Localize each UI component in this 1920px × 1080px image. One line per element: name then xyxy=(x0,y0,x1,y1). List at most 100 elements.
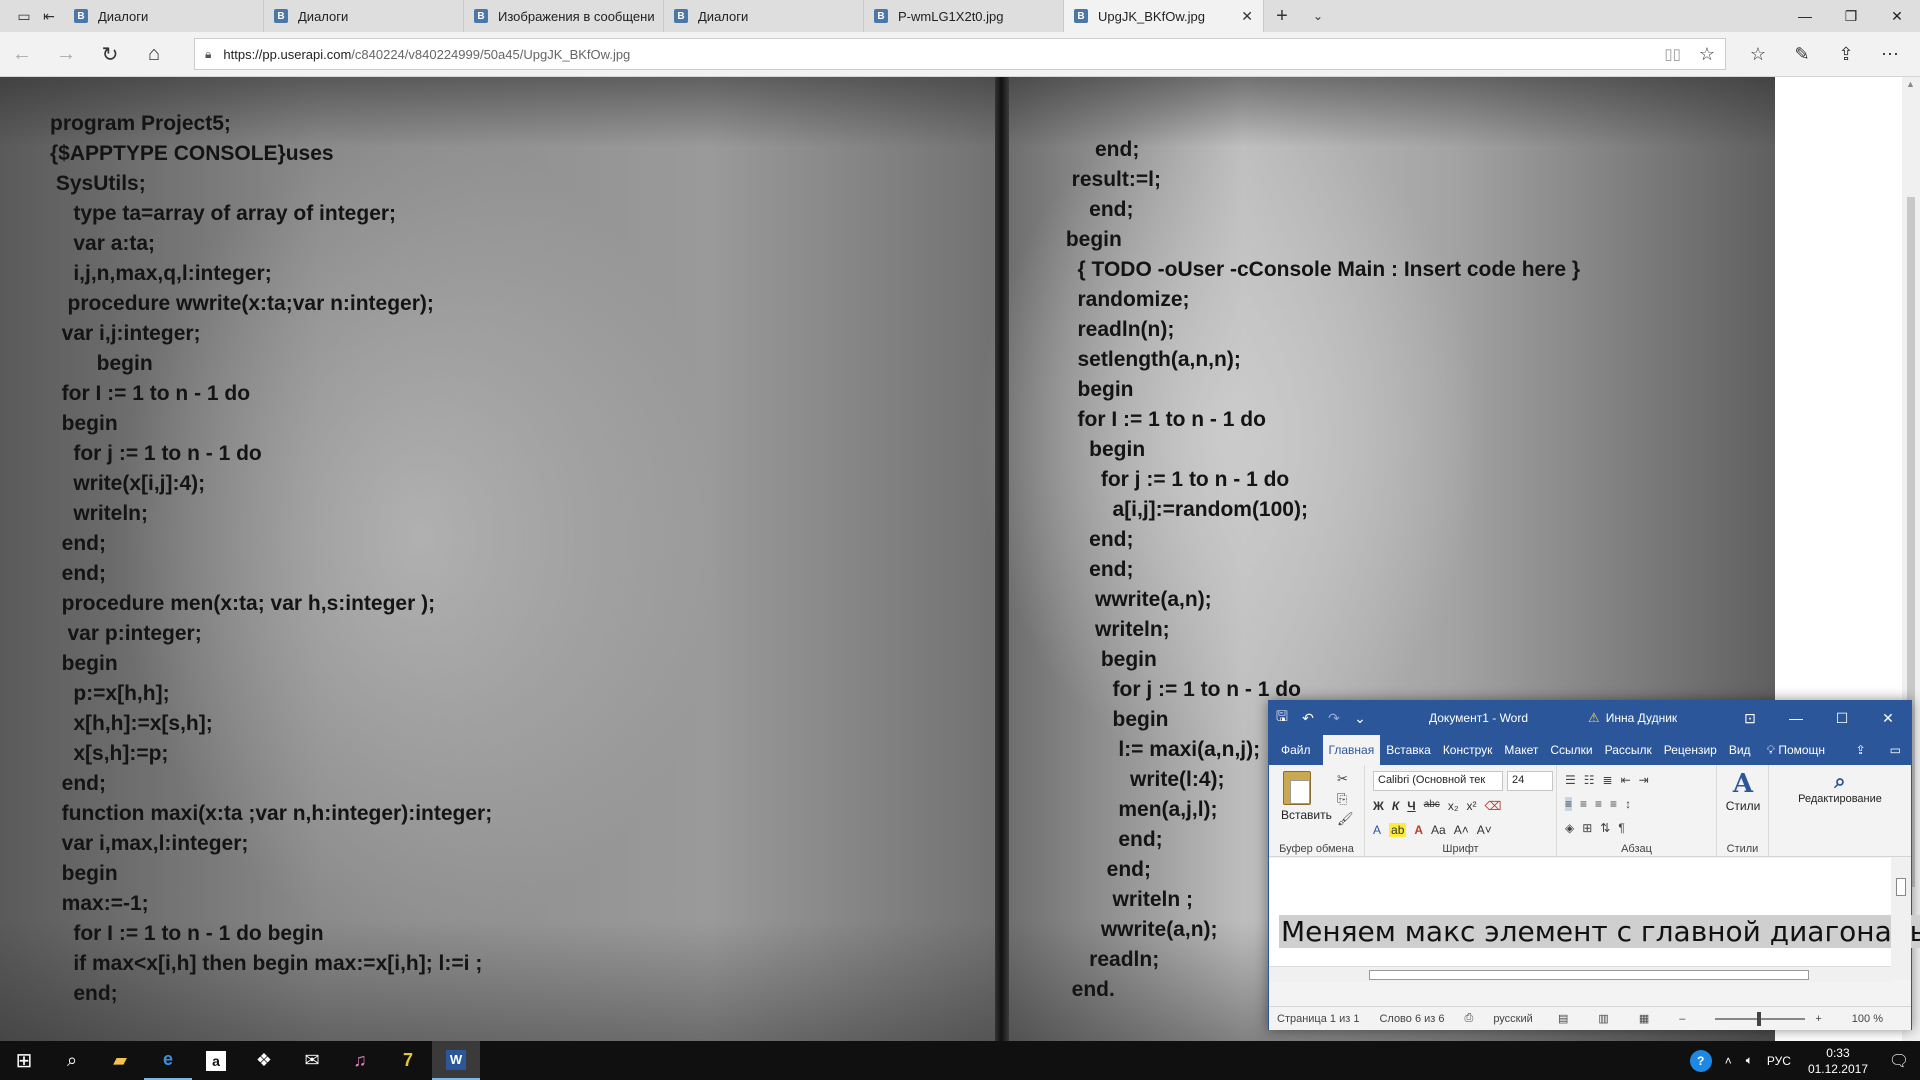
numbering-icon[interactable]: ☷ xyxy=(1584,773,1595,787)
styles-button[interactable]: A Стили xyxy=(1723,769,1763,813)
tab-layout[interactable]: Макет xyxy=(1498,735,1544,765)
reading-view-icon[interactable]: ▯▯ xyxy=(1664,45,1681,63)
scrollbar-thumb[interactable] xyxy=(1369,970,1809,980)
align-left-icon[interactable]: ≡ xyxy=(1565,797,1573,811)
zoom-in-icon[interactable]: + xyxy=(1815,1013,1821,1025)
tab-insert[interactable]: Вставка xyxy=(1380,735,1437,765)
save-icon[interactable]: 🖫︎ xyxy=(1269,706,1295,730)
align-right-icon[interactable]: ≡ xyxy=(1595,797,1602,811)
tab-mailings[interactable]: Рассылк xyxy=(1599,735,1658,765)
page-count[interactable]: Страница 1 из 1 xyxy=(1277,1013,1359,1025)
clock[interactable]: 0:33 01.12.2017 xyxy=(1798,1045,1878,1077)
zoom-level[interactable]: 100 % xyxy=(1852,1013,1883,1025)
set-aside-tabs-icon[interactable]: ⇤ xyxy=(34,0,64,32)
notifications-icon[interactable]: 🗨︎ xyxy=(1878,1051,1920,1071)
copy-icon[interactable]: ⎘ xyxy=(1337,789,1354,809)
volume-icon[interactable]: 🔈︎ xyxy=(1739,1053,1760,1068)
archiver-icon[interactable]: 7 xyxy=(384,1041,432,1080)
tab-images-in-message[interactable]: В Изображения в сообщени xyxy=(464,0,664,32)
file-explorer-icon[interactable]: ▰ xyxy=(96,1041,144,1080)
help-icon[interactable]: ? xyxy=(1689,1049,1712,1072)
comments-icon[interactable]: ▭ xyxy=(1880,735,1911,765)
bullets-icon[interactable]: ☰ xyxy=(1565,773,1576,787)
language-indicator[interactable]: РУС xyxy=(1760,1054,1798,1068)
web-layout-icon[interactable]: ▦ xyxy=(1639,1012,1649,1025)
hub-icon[interactable]: ☆ xyxy=(1736,44,1780,65)
highlight-icon[interactable]: ab xyxy=(1389,823,1407,837)
multilevel-list-icon[interactable]: ≣ xyxy=(1603,773,1613,787)
maximize-icon[interactable]: ☐ xyxy=(1819,710,1865,727)
share-icon[interactable]: ⇪ xyxy=(1842,735,1880,765)
borders-icon[interactable]: ⊞ xyxy=(1582,821,1592,835)
cut-icon[interactable]: ✂ xyxy=(1337,769,1354,789)
line-spacing-icon[interactable]: ↕ xyxy=(1625,797,1631,811)
superscript-button[interactable]: x² xyxy=(1466,799,1476,813)
customize-toolbar-icon[interactable]: ⌄ xyxy=(1347,710,1373,727)
close-tab-icon[interactable]: ✕ xyxy=(1241,8,1253,25)
undo-icon[interactable]: ↶ xyxy=(1295,710,1321,727)
windows-start-icon[interactable]: ⊞ xyxy=(0,1041,48,1080)
shading-icon[interactable]: ◈ xyxy=(1565,821,1574,835)
read-mode-icon[interactable]: ▤ xyxy=(1558,1012,1568,1025)
word-count[interactable]: Слово 6 из 6 xyxy=(1379,1013,1444,1025)
music-icon[interactable]: ♫ xyxy=(336,1041,384,1080)
font-size-select[interactable]: 24 xyxy=(1507,771,1553,791)
more-icon[interactable]: ⋯ xyxy=(1868,44,1912,65)
user-name[interactable]: Инна Дудник xyxy=(1606,711,1677,725)
close-icon[interactable]: ✕ xyxy=(1865,710,1911,727)
subscript-button[interactable]: x₂ xyxy=(1448,799,1459,813)
change-case-button[interactable]: Aa xyxy=(1431,823,1446,837)
tab-dialogs-2[interactable]: В Диалоги xyxy=(264,0,464,32)
format-painter-icon[interactable]: 🖌︎ xyxy=(1337,809,1354,829)
tab-file[interactable]: Файл xyxy=(1269,735,1323,765)
tab-dialogs-3[interactable]: В Диалоги xyxy=(664,0,864,32)
zoom-slider[interactable] xyxy=(1715,1011,1806,1026)
sort-icon[interactable]: ⇅ xyxy=(1600,821,1610,835)
shrink-font-button[interactable]: A˅ xyxy=(1477,823,1492,837)
increase-indent-icon[interactable]: ⇥ xyxy=(1639,773,1649,787)
align-center-icon[interactable]: ≡ xyxy=(1580,797,1587,811)
close-icon[interactable]: ✕ xyxy=(1874,0,1920,32)
share-icon[interactable]: ⇪ xyxy=(1824,44,1868,65)
show-marks-icon[interactable]: ¶ xyxy=(1618,821,1624,835)
font-name-select[interactable]: Calibri (Основной тек xyxy=(1373,771,1503,791)
tray-overflow-icon[interactable]: ˄ xyxy=(1718,1054,1739,1068)
text-effects-icon[interactable]: A xyxy=(1373,823,1381,837)
redo-icon[interactable]: ↷ xyxy=(1321,710,1347,727)
url-field[interactable]: 🔒︎ https://pp.userapi.com/c840224/v84022… xyxy=(194,38,1726,70)
zoom-out-icon[interactable]: – xyxy=(1679,1013,1685,1025)
tab-view[interactable]: Вид xyxy=(1723,735,1757,765)
amazon-icon[interactable]: a xyxy=(192,1041,240,1080)
bold-button[interactable]: Ж xyxy=(1373,799,1384,813)
tab-review[interactable]: Рецензир xyxy=(1658,735,1723,765)
tab-image-1[interactable]: В P-wmLG1X2t0.jpg xyxy=(864,0,1064,32)
italic-button[interactable]: К xyxy=(1392,799,1399,813)
ribbon-display-icon[interactable]: ⊡ xyxy=(1727,710,1773,727)
clear-format-icon[interactable]: ⌫ xyxy=(1484,799,1501,813)
scrollbar-thumb[interactable] xyxy=(1896,878,1906,896)
tab-design[interactable]: Конструк xyxy=(1437,735,1499,765)
tab-dialogs-1[interactable]: В Диалоги xyxy=(64,0,264,32)
document-page[interactable]: Меняем макс элемент с главной диагональю xyxy=(1269,858,1920,966)
doc-horizontal-scrollbar[interactable] xyxy=(1269,966,1891,982)
tab-home[interactable]: Главная xyxy=(1322,735,1381,765)
search-icon[interactable]: ⌕ xyxy=(48,1041,96,1080)
proofing-icon[interactable]: ⎙ xyxy=(1465,1012,1474,1025)
refresh-icon[interactable]: ↻ xyxy=(88,32,132,77)
print-layout-icon[interactable]: ▥ xyxy=(1598,1012,1608,1025)
tab-references[interactable]: Ссылки xyxy=(1544,735,1598,765)
favorite-star-icon[interactable]: ☆ xyxy=(1699,44,1715,65)
new-tab-icon[interactable]: + xyxy=(1264,0,1300,32)
back-icon[interactable]: ← xyxy=(0,32,44,77)
editing-button[interactable]: ⌕ Редактирование xyxy=(1773,769,1907,805)
document-text[interactable]: Меняем макс элемент с главной диагональю xyxy=(1279,915,1920,948)
underline-button[interactable]: Ч xyxy=(1407,799,1415,813)
minimize-icon[interactable]: — xyxy=(1782,0,1828,32)
tab-image-active[interactable]: В UpgJK_BKfOw.jpg ✕ xyxy=(1064,0,1264,32)
justify-icon[interactable]: ≡ xyxy=(1610,797,1617,811)
word-icon[interactable]: W xyxy=(432,1041,480,1080)
paste-button[interactable]: Вставить xyxy=(1281,808,1332,822)
notes-icon[interactable]: ✎ xyxy=(1780,44,1824,65)
language[interactable]: русский xyxy=(1493,1013,1532,1025)
home-icon[interactable]: ⌂ xyxy=(132,32,176,77)
